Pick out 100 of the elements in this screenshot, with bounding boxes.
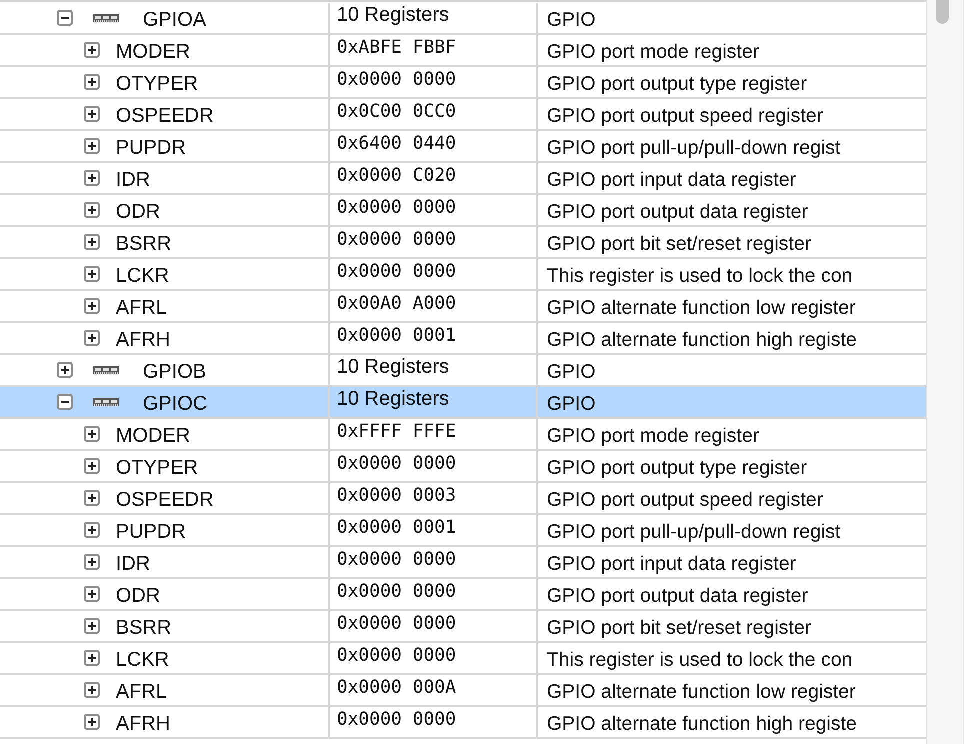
register-description: GPIO — [547, 392, 596, 416]
register-name: IDR — [116, 552, 150, 576]
tree-row[interactable]: OSPEEDR 0x0000 0003 GPIO port output speed register — [0, 483, 926, 515]
register-name: OSPEEDR — [116, 488, 214, 512]
tree-row[interactable]: MODER 0xFFFF FFFE GPIO port mode register — [0, 419, 926, 451]
expand-icon[interactable] — [84, 522, 100, 538]
register-name: PUPDR — [116, 136, 186, 160]
register-description: GPIO port mode register — [547, 424, 760, 448]
peripheral-name: GPIOA — [143, 8, 206, 32]
tree-row[interactable]: MODER 0xABFE FBBF GPIO port mode register — [0, 35, 926, 67]
register-value: 0x0000 0000 — [337, 452, 456, 474]
register-name: AFRH — [116, 328, 170, 352]
register-description: GPIO port pull-up/pull-down regist — [547, 136, 841, 160]
register-value: 0x0000 0000 — [337, 644, 456, 666]
register-description: GPIO alternate function low register — [547, 680, 856, 704]
register-name: OTYPER — [116, 72, 198, 96]
tree-row[interactable]: LCKR 0x0000 0000 This register is used to lock the con — [0, 643, 926, 675]
tree-row[interactable]: PUPDR 0x0000 0001 GPIO port pull-up/pull-down regist — [0, 515, 926, 547]
peripheral-name: GPIOB — [143, 360, 206, 384]
register-description: GPIO alternate function high registe — [547, 328, 858, 352]
register-value: 0x0000 0000 — [337, 196, 456, 218]
register-description: GPIO port bit set/reset register — [547, 616, 812, 640]
register-description: This register is used to lock the con — [547, 264, 853, 288]
tree-row[interactable]: BSRR 0x0000 0000 GPIO port bit set/reset register — [0, 227, 926, 259]
expand-icon[interactable] — [84, 202, 100, 218]
expand-icon[interactable] — [84, 586, 100, 602]
expand-icon[interactable] — [84, 426, 100, 442]
register-description: GPIO port output data register — [547, 584, 808, 608]
register-value: 0x0000 000A — [337, 676, 456, 698]
register-value: 0x0000 0001 — [337, 516, 456, 538]
tree-row[interactable]: AFRH 0x0000 0000 GPIO alternate function high registe — [0, 707, 926, 739]
scrollbar-thumb[interactable] — [936, 0, 949, 24]
register-block-icon — [93, 365, 119, 375]
register-name: LCKR — [116, 264, 170, 288]
expand-icon[interactable] — [84, 650, 100, 666]
expand-icon[interactable] — [84, 458, 100, 474]
collapse-icon[interactable] — [57, 10, 73, 26]
expand-icon[interactable] — [84, 490, 100, 506]
expand-icon[interactable] — [84, 106, 100, 122]
register-name: BSRR — [116, 616, 172, 640]
expand-icon[interactable] — [57, 362, 73, 378]
register-value: 0x0000 C020 — [337, 164, 456, 186]
peripheral-name: GPIOC — [143, 392, 208, 416]
register-description: GPIO alternate function high registe — [547, 712, 858, 736]
expand-icon[interactable] — [84, 554, 100, 570]
register-value: 0xABFE FBBF — [337, 36, 456, 58]
register-name: OSPEEDR — [116, 104, 214, 128]
expand-icon[interactable] — [84, 266, 100, 282]
register-value: 0x0C00 0CC0 — [337, 100, 456, 122]
register-name: MODER — [116, 424, 190, 448]
tree-row[interactable]: LCKR 0x0000 0000 This register is used to lock the con — [0, 259, 926, 291]
register-name: AFRL — [116, 680, 168, 704]
collapse-icon[interactable] — [57, 394, 73, 410]
expand-icon[interactable] — [84, 42, 100, 58]
register-value: 0x0000 0000 — [337, 260, 456, 282]
expand-icon[interactable] — [84, 170, 100, 186]
register-value: 0x0000 0001 — [337, 324, 456, 346]
register-count: 10 Registers — [337, 356, 450, 378]
tree-row[interactable]: OTYPER 0x0000 0000 GPIO port output type register — [0, 67, 926, 99]
register-value: 0x6400 0440 — [337, 132, 456, 154]
register-name: IDR — [116, 168, 150, 192]
tree-row[interactable]: IDR 0x0000 C020 GPIO port input data register — [0, 163, 926, 195]
register-description: GPIO alternate function low register — [547, 296, 856, 320]
register-value: 0xFFFF FFFE — [337, 420, 456, 442]
register-description: GPIO port output type register — [547, 72, 808, 96]
expand-icon[interactable] — [84, 618, 100, 634]
tree-row[interactable]: PUPDR 0x6400 0440 GPIO port pull-up/pull-down regist — [0, 131, 926, 163]
expand-icon[interactable] — [84, 714, 100, 730]
register-name: LCKR — [116, 648, 170, 672]
tree-row[interactable]: OSPEEDR 0x0C00 0CC0 GPIO port output speed register — [0, 99, 926, 131]
expand-icon[interactable] — [84, 74, 100, 90]
register-name: MODER — [116, 40, 190, 64]
expand-icon[interactable] — [84, 138, 100, 154]
register-value: 0x0000 0000 — [337, 612, 456, 634]
tree-row[interactable]: ODR 0x0000 0000 GPIO port output data register — [0, 579, 926, 611]
scrollbar[interactable] — [926, 0, 964, 744]
expand-icon[interactable] — [84, 234, 100, 250]
register-value: 0x00A0 A000 — [337, 292, 456, 314]
tree-row[interactable]: AFRL 0x0000 000A GPIO alternate function low register — [0, 675, 926, 707]
register-count: 10 Registers — [337, 4, 450, 26]
register-block-icon — [93, 13, 119, 23]
tree-row[interactable]: GPIOA 10 Registers GPIO — [0, 3, 926, 35]
tree-row[interactable]: ODR 0x0000 0000 GPIO port output data register — [0, 195, 926, 227]
register-description: GPIO port output data register — [547, 200, 808, 224]
register-description: GPIO port pull-up/pull-down regist — [547, 520, 841, 544]
register-value: 0x0000 0000 — [337, 228, 456, 250]
tree-row[interactable]: IDR 0x0000 0000 GPIO port input data register — [0, 547, 926, 579]
expand-icon[interactable] — [84, 330, 100, 346]
tree-row[interactable]: GPIOC 10 Registers GPIO — [0, 387, 926, 419]
tree-row[interactable]: OTYPER 0x0000 0000 GPIO port output type register — [0, 451, 926, 483]
tree-row[interactable]: BSRR 0x0000 0000 GPIO port bit set/reset register — [0, 611, 926, 643]
tree-row[interactable]: AFRH 0x0000 0001 GPIO alternate function high registe — [0, 323, 926, 355]
register-description: GPIO port output speed register — [547, 104, 824, 128]
tree-row[interactable]: GPIOB 10 Registers GPIO — [0, 355, 926, 387]
register-description: GPIO — [547, 360, 596, 384]
expand-icon[interactable] — [84, 682, 100, 698]
expand-icon[interactable] — [84, 298, 100, 314]
register-description: GPIO — [547, 8, 596, 32]
register-name: PUPDR — [116, 520, 186, 544]
tree-row[interactable]: AFRL 0x00A0 A000 GPIO alternate function low register — [0, 291, 926, 323]
